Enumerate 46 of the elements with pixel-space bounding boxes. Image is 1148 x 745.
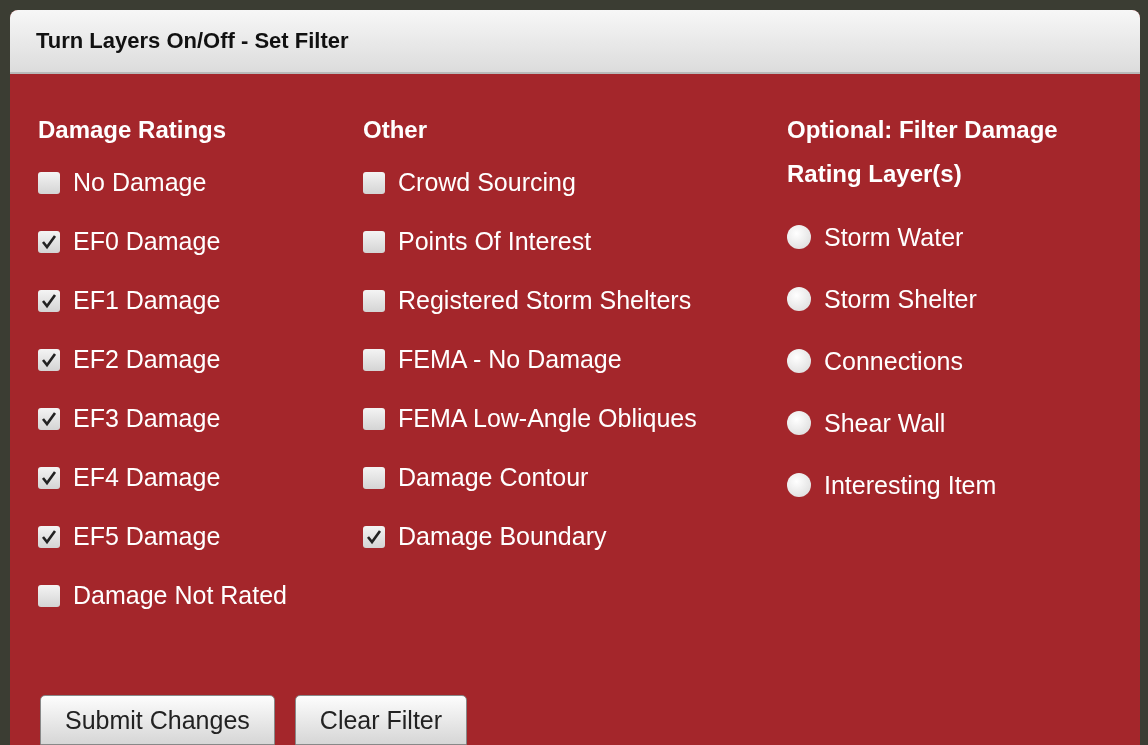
checkbox[interactable] [363, 289, 385, 312]
radio-option[interactable]: Storm Shelter [787, 268, 1117, 330]
checkbox-option[interactable]: Damage Contour [363, 448, 787, 507]
checkbox[interactable] [38, 525, 60, 548]
checkbox[interactable] [363, 230, 385, 253]
checkbox[interactable] [363, 525, 385, 548]
checkbox-option[interactable]: FEMA - No Damage [363, 330, 787, 389]
checkbox-option[interactable]: Registered Storm Shelters [363, 271, 787, 330]
checkbox-option[interactable]: EF2 Damage [38, 330, 363, 389]
checkbox-option[interactable]: FEMA Low-Angle Obliques [363, 389, 787, 448]
checkbox[interactable] [38, 289, 60, 312]
checkbox[interactable] [363, 348, 385, 371]
checkbox-option[interactable]: Damage Boundary [363, 507, 787, 566]
checkbox[interactable] [38, 348, 60, 371]
column-heading: Other [363, 115, 428, 145]
radio-option[interactable]: Shear Wall [787, 392, 1117, 454]
checkbox-option[interactable]: EF0 Damage [38, 212, 363, 271]
checkbox[interactable] [38, 466, 60, 489]
action-button[interactable]: Clear Filter [294, 695, 468, 745]
checkbox[interactable] [38, 230, 60, 253]
radio-option[interactable]: Storm Water [787, 206, 1117, 268]
checkbox[interactable] [363, 466, 385, 489]
checkbox[interactable] [38, 407, 60, 430]
column-heading: Optional: Filter Damage Rating Layer(s) [787, 115, 1059, 189]
checkbox[interactable] [38, 171, 60, 194]
checkbox-option[interactable]: No Damage [38, 153, 363, 212]
checkbox-option[interactable]: EF3 Damage [38, 389, 363, 448]
action-button[interactable]: Submit Changes [40, 695, 275, 745]
radio-button[interactable] [787, 287, 811, 311]
checkbox-option[interactable]: EF5 Damage [38, 507, 363, 566]
radio-button[interactable] [787, 473, 811, 497]
radio-option[interactable]: Interesting Item [787, 454, 1117, 516]
checkbox-option[interactable]: EF1 Damage [38, 271, 363, 330]
radio-option[interactable]: Connections [787, 330, 1117, 392]
checkbox[interactable] [363, 171, 385, 194]
checkbox-option[interactable]: Crowd Sourcing [363, 153, 787, 212]
radio-button[interactable] [787, 225, 811, 249]
checkbox[interactable] [363, 407, 385, 430]
checkbox-option[interactable]: Damage Not Rated [38, 566, 363, 625]
column-heading: Damage Ratings [38, 115, 228, 145]
checkbox-option[interactable]: Points Of Interest [363, 212, 787, 271]
checkbox[interactable] [38, 584, 60, 607]
checkbox-option[interactable]: EF4 Damage [38, 448, 363, 507]
window-title: Turn Layers On/Off - Set Filter [36, 28, 349, 54]
radio-button[interactable] [787, 349, 811, 373]
radio-button[interactable] [787, 411, 811, 435]
